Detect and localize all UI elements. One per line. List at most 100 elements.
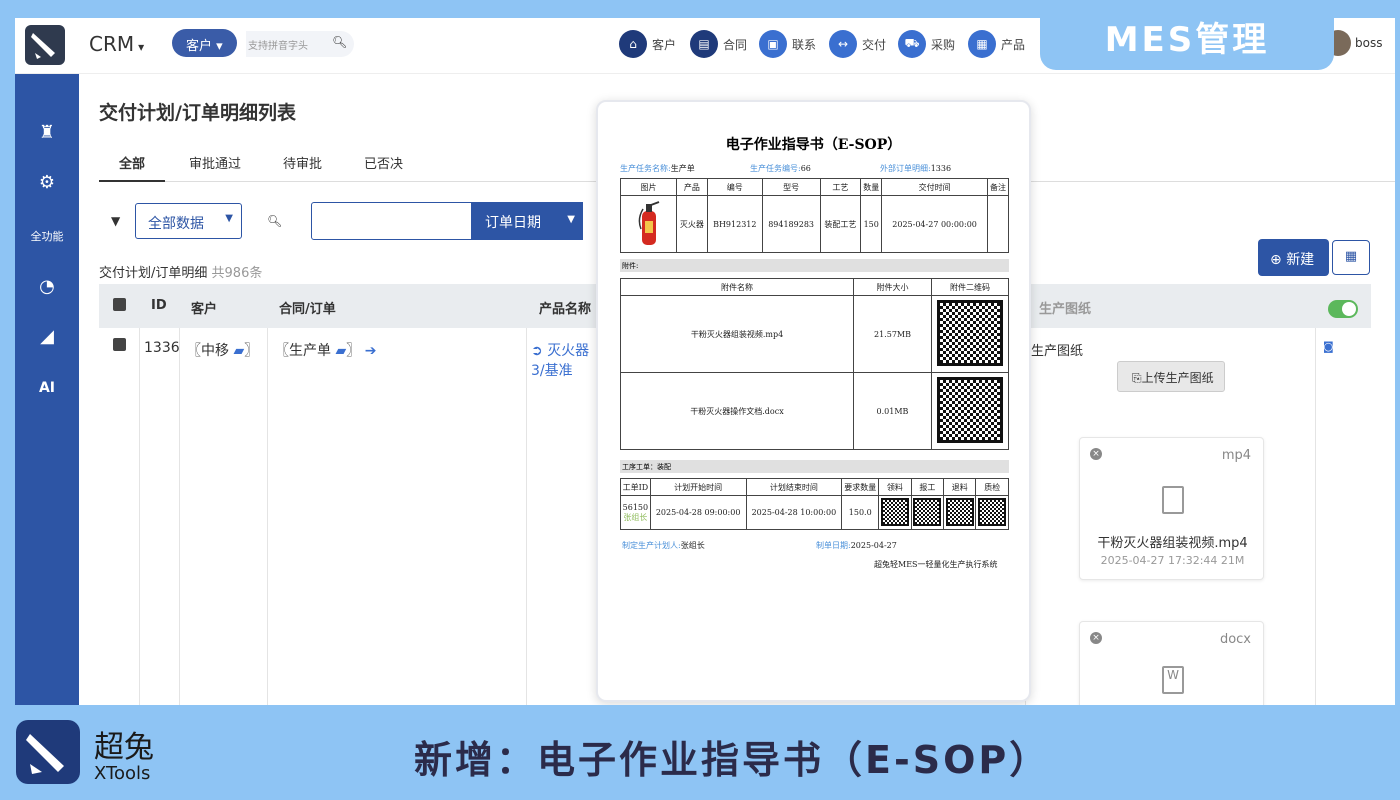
filter-icon[interactable]: ▼ [111,214,120,228]
file-card[interactable]: × docx W [1079,621,1264,705]
code-cell: BH912312 [706,195,763,253]
esop-title: 电子作业指导书（E-SOP） [725,137,902,153]
th-attach-qr: 附件二维码 [931,278,1009,296]
th-qc: 质检 [975,478,1009,496]
mes-badge: MES管理 [1040,0,1334,70]
date-filter-button[interactable]: 订单日期 ▼ [471,202,583,240]
wo-id-cell: 56150 张组长 [620,495,651,530]
folder-icon[interactable]: ▰ [335,343,346,359]
meta-label: 制单日期: [816,541,851,550]
dashboard-icon[interactable]: ◔ [15,276,79,297]
upload-drawing-button[interactable]: ⎘上传生产图纸 [1117,361,1225,392]
feature-title: 新增：电子作业指导书（E-SOP） [414,738,1051,782]
sidebar-item-ai[interactable]: AI [15,380,79,396]
user-name: boss [1355,36,1383,50]
attach-size: 0.01MB [853,372,932,450]
meta-value: 张组长 [680,541,705,550]
search-icon[interactable]: 🔍︎ [332,35,347,49]
list-search-input[interactable] [311,202,473,240]
grid-view-icon[interactable]: ▦ [1332,240,1370,275]
row-product-line2: 3/基准 [531,363,573,379]
sidebar: ♜ ⚙ 全功能 ◔ ◢ AI [15,74,79,705]
wo-leader: 张组长 [623,512,648,522]
th-attach-name: 附件名称 [620,278,854,296]
drawing-label: 生产图纸 [1031,344,1084,359]
file-card[interactable]: × mp4 干粉灭火器组装视频.mp4 2025-04-27 17:32:44 … [1079,437,1264,580]
th-product: 产品 [676,178,708,196]
th-qty: 数量 [860,178,883,196]
meta-value: 66 [800,164,811,173]
contact-card-icon: ▣ [759,30,787,58]
row-id: 1336 [144,340,180,356]
th-report: 报工 [910,478,945,496]
th-start: 计划开始时间 [649,478,747,496]
col-customer[interactable]: 客户 [191,284,217,317]
castle-icon[interactable]: ♜ [15,122,79,143]
col-id[interactable]: ID [151,284,167,313]
nav-label: 交付 [862,37,887,52]
wo-id: 56150 [622,502,649,512]
tab-approved[interactable]: 审批通过 [169,150,261,182]
remark-cell [986,195,1010,253]
arrow-right-icon[interactable]: ➔ [365,343,377,359]
nav-contact[interactable]: ▣ 联系 [759,30,816,58]
brand-en: XTools [94,763,151,784]
meta-value: 生产单 [670,164,695,173]
th-req-qty: 要求数量 [841,478,880,496]
new-button[interactable]: ⊕ 新建 [1258,239,1329,276]
brand-cn: 超兔 [94,730,154,765]
col-drawing[interactable]: 生产图纸 [1039,284,1091,317]
nav-product[interactable]: ▦ 产品 [968,30,1025,58]
th-model: 型号 [761,178,821,196]
grid-icon: ▦ [968,30,996,58]
col-product[interactable]: 产品名称 [539,284,591,317]
extinguisher-image [620,195,677,253]
esop-document: 电子作业指导书（E-SOP） 生产任务名称:生产单 生产任务编号:66 外部订单… [596,100,1031,702]
sidebar-item-all-features[interactable]: 全功能 [15,228,79,244]
search-icon: 🔍︎ [267,214,283,228]
planner-meta: 制定生产计划人:张组长 [622,540,705,551]
folder-icon[interactable]: ▰ [233,343,244,359]
nav-contract[interactable]: ▤ 合同 [690,30,747,58]
app-name: CRM [89,32,135,56]
preview-icon[interactable]: ◙ [1323,340,1334,353]
esop-footer: 超兔轻MES一轻量化生产执行系统 [874,560,998,569]
nav-label: 采购 [931,37,956,52]
col-contract[interactable]: 合同/订单 [279,284,336,317]
nav-purchase[interactable]: ⛟ 采购 [898,30,955,58]
select-all-checkbox[interactable] [113,284,126,315]
tab-rejected[interactable]: 已否决 [344,150,423,182]
row-product[interactable]: ➲ 灭火器 [531,340,589,360]
cogs-icon[interactable]: ⚙ [15,172,79,193]
upload-label: 上传生产图纸 [1141,371,1214,385]
tab-all[interactable]: 全部 [99,150,166,182]
qr-code-icon [931,372,1009,450]
th-pick: 领料 [878,478,912,496]
row-checkbox[interactable] [113,338,126,355]
row-customer[interactable]: 〖中移 ▰〗 [187,340,258,360]
nav-label: 合同 [723,37,748,52]
nav-customer[interactable]: ⌂ 客户 [619,30,676,58]
qr-code-icon [910,495,945,530]
column-toggle[interactable] [1328,300,1358,318]
wo-qty: 150.0 [841,495,880,530]
product-table: 图片 产品 编号 型号 工艺 数量 交付时间 备注 灭火器 BH912312 8… [620,178,1010,253]
data-scope-select[interactable]: 全部数据 ▼ [135,203,242,239]
row-contract[interactable]: 〖生产单 ▰〗 ➔ [275,340,376,360]
tab-pending[interactable]: 待审批 [263,150,342,182]
arrows-h-icon: ↔ [829,30,857,58]
meta-label: 生产任务编号: [750,164,801,173]
app-logo[interactable] [25,25,65,65]
footer-banner: 超兔 XTools 新增：电子作业指导书（E-SOP） [0,705,1400,800]
file-name: 干粉灭火器组装视频.mp4 [1097,536,1248,551]
search-scope-dropdown[interactable]: 客户 ▾ [172,29,237,57]
contract-bracket: 〗 [346,343,361,359]
nav-label: 产品 [1001,37,1026,52]
app-switcher[interactable]: CRM ▾ [89,32,144,56]
nav-delivery[interactable]: ↔ 交付 [829,30,886,58]
remove-icon[interactable]: × [1090,632,1102,644]
caret-down-icon: ▾ [138,40,145,54]
product-cell: 灭火器 [676,195,708,253]
area-chart-icon[interactable]: ◢ [15,326,79,347]
remove-icon[interactable]: × [1090,448,1102,460]
